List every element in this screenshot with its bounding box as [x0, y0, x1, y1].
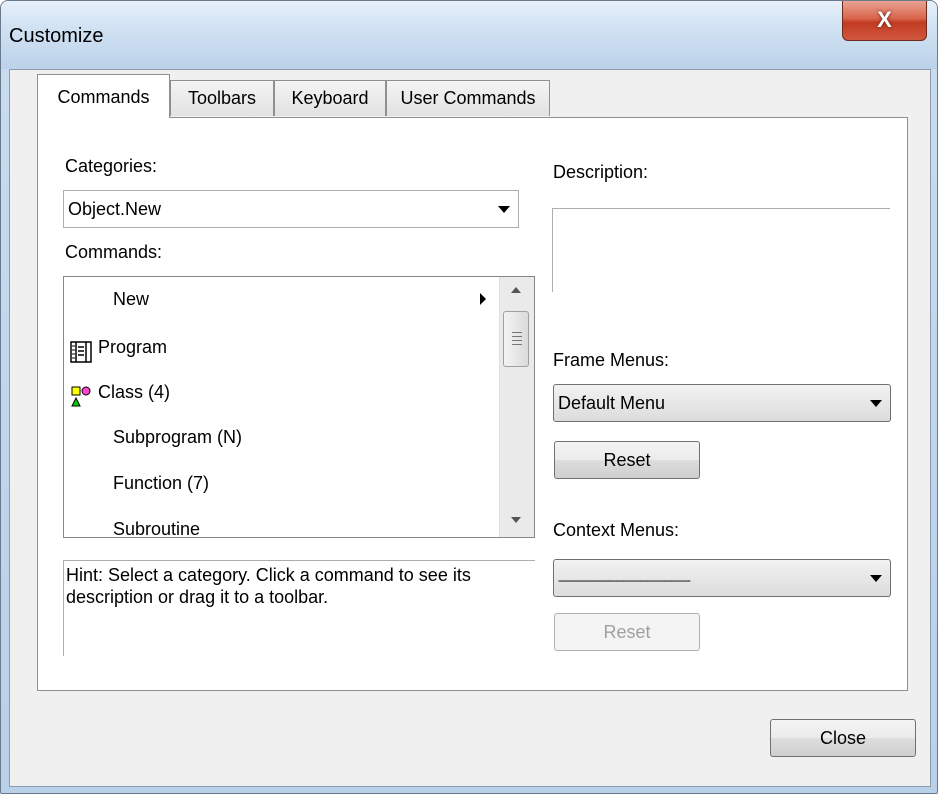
dialog-client-area: Commands Toolbars Keyboard User Commands…	[9, 69, 931, 787]
hint-text: Hint: Select a category. Click a command…	[63, 560, 535, 656]
context-menus-reset-button: Reset	[554, 613, 700, 651]
close-button[interactable]: Close	[770, 719, 916, 757]
tab-keyboard[interactable]: Keyboard	[274, 80, 386, 116]
description-box	[552, 208, 890, 292]
description-label: Description:	[553, 162, 649, 182]
list-item-label: Class (4)	[98, 382, 171, 402]
close-window-button[interactable]: X	[842, 1, 927, 41]
grip-line	[512, 340, 522, 341]
submenu-arrow-icon	[480, 293, 486, 305]
list-item[interactable]: New	[64, 279, 494, 319]
chevron-down-icon	[870, 575, 882, 582]
grip-line	[512, 336, 522, 337]
list-item-label: Program	[98, 337, 168, 357]
program-icon	[70, 337, 92, 363]
grip-line	[512, 344, 522, 345]
list-item-label: Subroutine	[113, 519, 201, 538]
scroll-thumb[interactable]	[503, 311, 529, 367]
context-menus-label: Context Menus:	[553, 520, 680, 540]
title-bar[interactable]: Customize X	[1, 1, 937, 69]
categories-dropdown[interactable]: Object.New	[63, 190, 519, 228]
context-menus-dropdown[interactable]: ----------------------------------------…	[553, 559, 891, 597]
list-item-label: Subprogram (N)	[113, 427, 243, 447]
grip-line	[512, 332, 522, 333]
list-item[interactable]: Function (7)	[64, 463, 494, 503]
scroll-down-icon[interactable]	[511, 517, 521, 523]
window-title: Customize	[9, 25, 104, 47]
chevron-down-icon	[870, 400, 882, 407]
commands-scrollbar[interactable]	[499, 277, 534, 537]
list-item[interactable]: Subroutine	[64, 509, 494, 538]
commands-label: Commands:	[65, 242, 163, 262]
tab-toolbars[interactable]: Toolbars	[170, 80, 274, 116]
customize-dialog: Customize X Commands Toolbars Keyboard U…	[0, 0, 938, 794]
list-item[interactable]: Class (4)	[64, 372, 494, 412]
list-item[interactable]: Program	[64, 327, 494, 367]
frame-menus-label: Frame Menus:	[553, 350, 670, 370]
tab-commands[interactable]: Commands	[37, 74, 170, 118]
class-icon	[70, 382, 92, 407]
scroll-up-icon[interactable]	[511, 287, 521, 293]
list-item-label: Function (7)	[113, 473, 210, 493]
chevron-down-icon	[498, 206, 510, 213]
commands-list[interactable]: New Program Class (4) Subprogram (N) Fun…	[63, 276, 535, 538]
context-menus-value: ----------------------------------------…	[558, 573, 691, 587]
frame-menus-dropdown[interactable]: Default Menu	[553, 384, 891, 422]
categories-label: Categories:	[65, 156, 158, 176]
tab-user-commands[interactable]: User Commands	[386, 80, 550, 116]
categories-value: Object.New	[68, 199, 162, 219]
frame-menus-value: Default Menu	[558, 393, 666, 413]
list-item[interactable]: Subprogram (N)	[64, 417, 494, 457]
frame-menus-reset-button[interactable]: Reset	[554, 441, 700, 479]
list-item-label: New	[113, 289, 150, 309]
